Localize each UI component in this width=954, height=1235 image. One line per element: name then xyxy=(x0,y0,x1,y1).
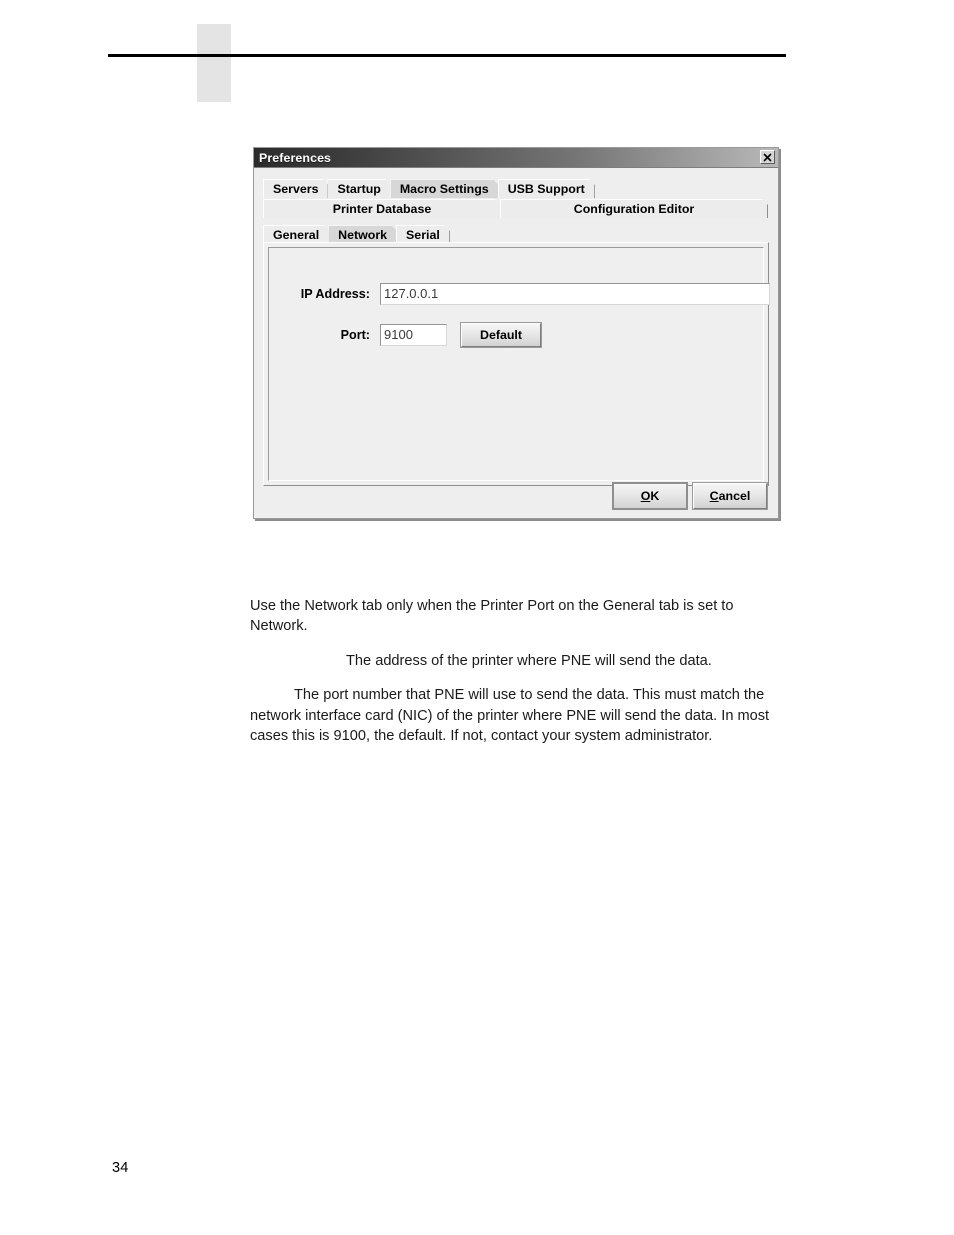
port-input[interactable]: 9100 xyxy=(380,324,447,346)
tab-row-secondary: Printer Database Configuration Editor xyxy=(263,198,771,218)
ok-mnemonic: O xyxy=(640,489,651,503)
preferences-dialog: Preferences Servers Startup Macro Settin… xyxy=(253,147,779,519)
tab-row-primary: Servers Startup Macro Settings USB Suppo… xyxy=(263,178,594,198)
cancel-mnemonic: C xyxy=(709,489,719,503)
port-row: Port: 9100 Default xyxy=(280,322,542,348)
tab-printer-database[interactable]: Printer Database xyxy=(263,199,501,218)
cancel-button[interactable]: Cancel xyxy=(692,482,768,510)
dialog-body: Servers Startup Macro Settings USB Suppo… xyxy=(254,168,778,518)
paragraph-gap-2 xyxy=(250,671,790,685)
close-icon[interactable] xyxy=(760,150,775,164)
network-tab-panel: IP Address: 127.0.0.1 Port: 9100 Default xyxy=(263,242,770,486)
tab-configuration-editor[interactable]: Configuration Editor xyxy=(500,199,768,218)
dialog-title: Preferences xyxy=(259,150,332,165)
tab-usb-support[interactable]: USB Support xyxy=(498,179,595,198)
tab-startup[interactable]: Startup xyxy=(327,179,390,198)
dialog-titlebar: Preferences xyxy=(254,148,778,168)
ip-address-label: IP Address: xyxy=(300,287,370,301)
tab-macro-settings[interactable]: Macro Settings xyxy=(390,179,499,198)
tab-row-tertiary: General Network Serial xyxy=(263,224,449,244)
ip-address-row: IP Address: 127.0.0.1 xyxy=(280,283,770,305)
default-button[interactable]: Default xyxy=(460,322,542,348)
ip-address-input[interactable]: 127.0.0.1 xyxy=(380,283,770,305)
header-rule xyxy=(108,54,786,57)
ok-label-rest: K xyxy=(650,489,660,503)
body-copy: Use the Network tab only when the Printe… xyxy=(250,596,790,746)
paragraph-gap-1 xyxy=(250,637,790,651)
page-number: 34 xyxy=(112,1160,129,1176)
paragraph-intro: Use the Network tab only when the Printe… xyxy=(250,598,734,635)
port-label: Port: xyxy=(340,328,370,342)
cancel-label-rest: ancel xyxy=(718,489,751,503)
paragraph-port: The port number that PNE will use to sen… xyxy=(250,687,770,745)
paragraph-ip-address: The address of the printer where PNE wil… xyxy=(346,652,712,669)
dialog-footer: OK Cancel xyxy=(612,482,768,510)
tab-servers[interactable]: Servers xyxy=(263,179,328,198)
ok-button[interactable]: OK xyxy=(612,482,688,510)
header-grey-box xyxy=(197,24,231,102)
